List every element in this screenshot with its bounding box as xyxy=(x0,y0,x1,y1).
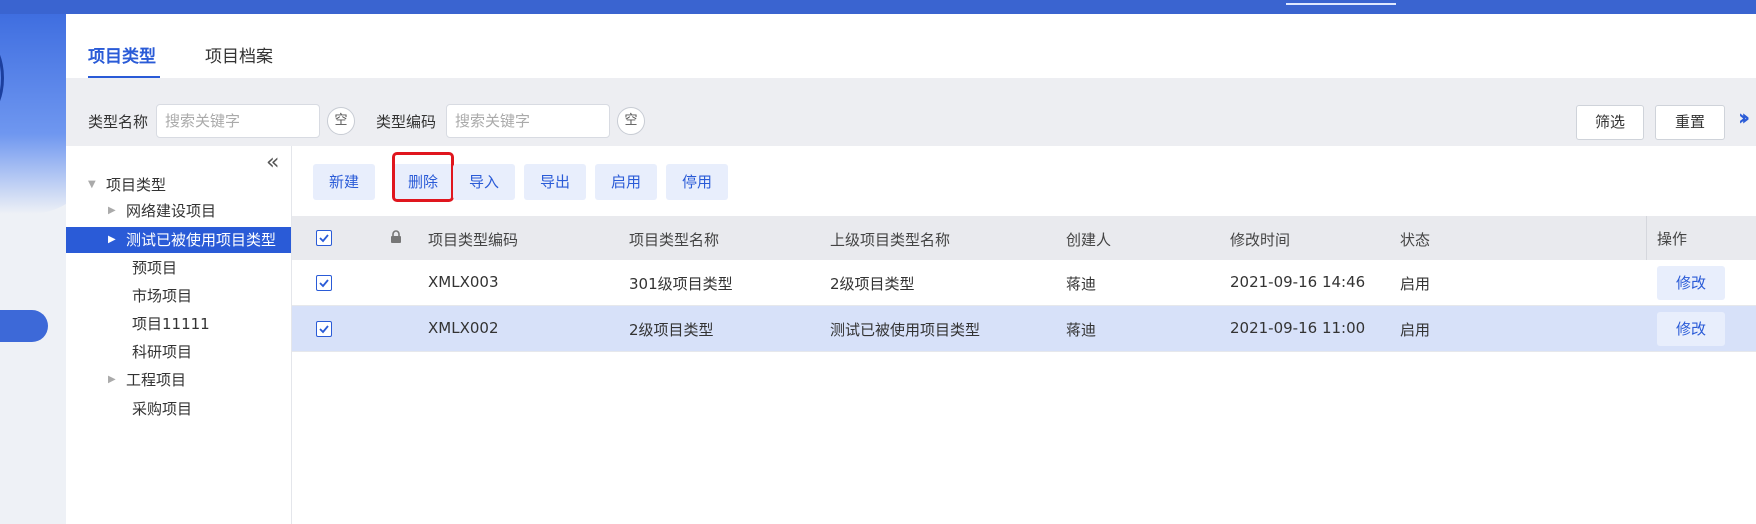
filter-label-type-name: 类型名称 xyxy=(88,113,149,131)
caret-right-icon: ▶ xyxy=(108,234,116,245)
left-nav-strip xyxy=(0,14,66,524)
type-name-clear-button[interactable]: 空 xyxy=(327,107,355,135)
export-button[interactable]: 导出 xyxy=(524,164,586,200)
nav-background-shape xyxy=(0,14,66,214)
tree-node-engineering[interactable]: ▶ 工程项目 xyxy=(66,367,291,393)
column-header-parent: 上级项目类型名称 xyxy=(830,231,951,249)
column-header-modified: 修改时间 xyxy=(1230,231,1291,249)
tab-bar: 项目类型 项目档案 xyxy=(66,14,1756,79)
cell-name: 2级项目类型 xyxy=(629,321,714,339)
checkmark-icon xyxy=(319,279,329,288)
cell-parent: 测试已被使用项目类型 xyxy=(830,321,981,339)
tree-node-label: 工程项目 xyxy=(126,371,187,389)
filter-label-type-code: 类型编码 xyxy=(376,113,437,131)
tree-node-label: 测试已被使用项目类型 xyxy=(126,231,277,249)
column-divider xyxy=(1646,216,1647,260)
tree-node-root[interactable]: ▼ 项目类型 xyxy=(66,172,291,198)
tree-node-label: 市场项目 xyxy=(132,287,193,305)
caret-down-icon: ▼ xyxy=(88,179,96,190)
row-checkbox[interactable] xyxy=(316,321,332,337)
double-chevron-right-icon[interactable]: ›› xyxy=(1738,106,1750,131)
tree-node-11111[interactable]: 项目11111 xyxy=(66,311,291,337)
main-panel: 项目类型 项目档案 类型名称 空 类型编码 空 筛选 重置 ›› « ▼ 项目类… xyxy=(66,14,1756,524)
caret-right-icon: ▶ xyxy=(108,374,116,385)
nav-active-pill[interactable] xyxy=(0,310,48,342)
column-header-code: 项目类型编码 xyxy=(428,231,519,249)
type-tree-panel: « ▼ 项目类型 ▶ 网络建设项目 ▶ 测试已被使用项目类型 预项目 市场项目 … xyxy=(66,146,292,524)
edit-button[interactable]: 修改 xyxy=(1657,266,1725,300)
column-header-actions: 操作 xyxy=(1657,230,1688,248)
filter-button[interactable]: 筛选 xyxy=(1576,105,1644,140)
type-name-search-input[interactable] xyxy=(156,104,320,138)
content-panel: 新建 删除 导入 导出 启用 停用 项目类型编码 项目类型名称 上级项目类型名称… xyxy=(292,146,1756,524)
cell-name: 301级项目类型 xyxy=(629,275,733,293)
new-button[interactable]: 新建 xyxy=(313,164,375,200)
row-checkbox[interactable] xyxy=(316,275,332,291)
tree-node-label: 网络建设项目 xyxy=(126,202,217,220)
lock-icon xyxy=(391,230,401,243)
select-all-checkbox[interactable] xyxy=(316,230,332,246)
cell-modified: 2021-09-16 14:46 xyxy=(1230,273,1366,291)
cell-status: 启用 xyxy=(1400,321,1431,339)
table-header: 项目类型编码 项目类型名称 上级项目类型名称 创建人 修改时间 状态 操作 xyxy=(292,216,1756,260)
disable-button[interactable]: 停用 xyxy=(666,164,728,200)
cell-parent: 2级项目类型 xyxy=(830,275,915,293)
tree-node-label: 采购项目 xyxy=(132,400,193,418)
filter-bar: 类型名称 空 类型编码 空 筛选 重置 ›› xyxy=(66,78,1756,146)
tree-node-label: 项目11111 xyxy=(132,315,210,333)
checkmark-icon xyxy=(319,234,329,243)
top-bar xyxy=(0,0,1756,14)
tab-project-type[interactable]: 项目类型 xyxy=(88,42,156,67)
cell-code: XMLX002 xyxy=(428,319,499,337)
enable-button[interactable]: 启用 xyxy=(595,164,657,200)
cell-creator: 蒋迪 xyxy=(1066,321,1097,339)
reset-button[interactable]: 重置 xyxy=(1655,105,1725,140)
tree-node-research[interactable]: 科研项目 xyxy=(66,339,291,365)
edit-button[interactable]: 修改 xyxy=(1657,312,1725,346)
tab-project-archive[interactable]: 项目档案 xyxy=(205,42,273,67)
column-header-name: 项目类型名称 xyxy=(629,231,720,249)
topbar-active-indicator xyxy=(1286,3,1396,5)
import-button[interactable]: 导入 xyxy=(453,164,515,200)
tree-node-label: 预项目 xyxy=(132,259,178,277)
tree-node-network[interactable]: ▶ 网络建设项目 xyxy=(66,198,291,224)
column-header-status: 状态 xyxy=(1400,231,1431,249)
cell-status: 启用 xyxy=(1400,275,1431,293)
checkmark-icon xyxy=(319,325,329,334)
tree-node-label: 项目类型 xyxy=(106,176,167,194)
tree-node-pre[interactable]: 预项目 xyxy=(66,255,291,281)
cell-code: XMLX003 xyxy=(428,273,499,291)
type-code-clear-button[interactable]: 空 xyxy=(617,107,645,135)
cell-creator: 蒋迪 xyxy=(1066,275,1097,293)
column-header-creator: 创建人 xyxy=(1066,231,1112,249)
tree-node-procurement[interactable]: 采购项目 xyxy=(66,396,291,422)
table-row[interactable]: XMLX002 2级项目类型 测试已被使用项目类型 蒋迪 2021-09-16 … xyxy=(292,306,1756,352)
table-row[interactable]: XMLX003 301级项目类型 2级项目类型 蒋迪 2021-09-16 14… xyxy=(292,260,1756,306)
cell-modified: 2021-09-16 11:00 xyxy=(1230,319,1366,337)
type-code-search-input[interactable] xyxy=(446,104,610,138)
tree-node-label: 科研项目 xyxy=(132,343,193,361)
tree-node-test-used[interactable]: ▶ 测试已被使用项目类型 xyxy=(66,227,291,253)
tree-node-market[interactable]: 市场项目 xyxy=(66,283,291,309)
delete-highlight-box xyxy=(392,152,454,202)
caret-right-icon: ▶ xyxy=(108,205,116,216)
